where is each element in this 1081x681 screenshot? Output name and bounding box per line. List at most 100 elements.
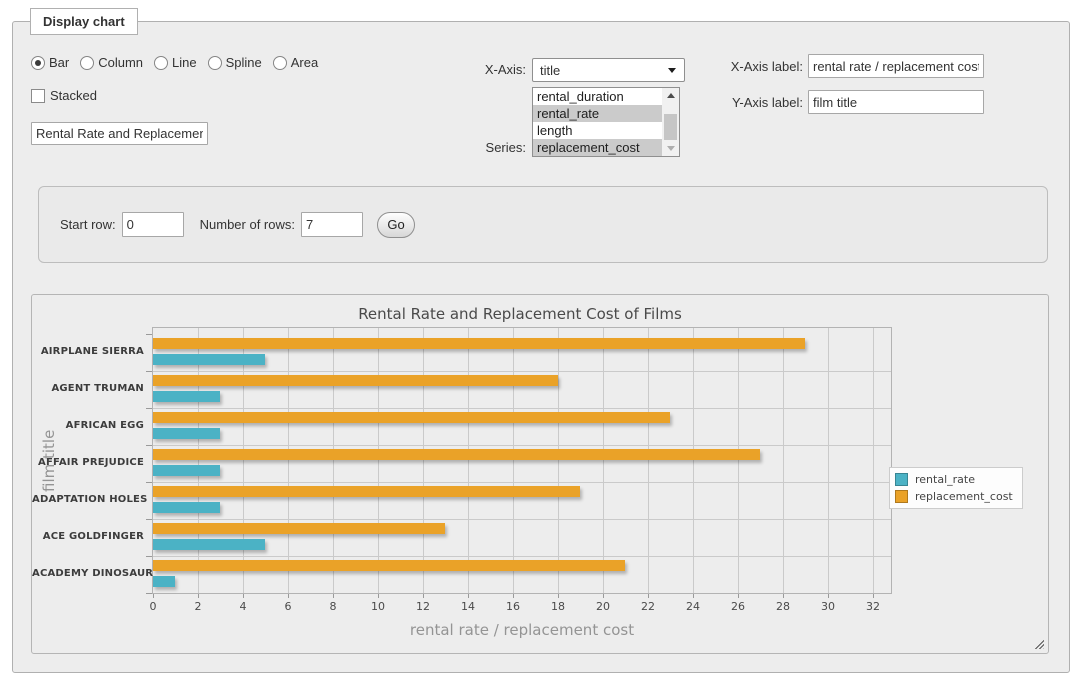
- x-axis-tick-label: 30: [810, 600, 846, 613]
- start-row-label: Start row:: [60, 217, 116, 232]
- radio-icon[interactable]: [31, 56, 45, 70]
- x-gridline: [468, 328, 469, 593]
- chart-type-option-line[interactable]: Line: [154, 55, 197, 70]
- number-of-rows-input[interactable]: [301, 212, 363, 237]
- fieldset-legend: Display chart: [30, 8, 138, 35]
- chart-type-label: Line: [172, 55, 197, 70]
- x-axis-title: rental rate / replacement cost: [152, 621, 892, 639]
- x-axis-tick: [873, 594, 874, 598]
- chart-type-option-bar[interactable]: Bar: [31, 55, 69, 70]
- y-axis-category-label: AIRPLANE SIERRA: [32, 346, 144, 358]
- chart-panel: Rental Rate and Replacement Cost of Film…: [31, 294, 1049, 654]
- x-gridline: [603, 328, 604, 593]
- y-axis-label-field-label: Y-Axis label:: [713, 95, 803, 110]
- bar-replacement-cost-adaptation-holes: [153, 486, 580, 497]
- y-gridline: [153, 556, 891, 557]
- x-axis-tick: [828, 594, 829, 598]
- bar-rental-rate-airplane-sierra: [153, 354, 265, 365]
- x-axis-tick: [693, 594, 694, 598]
- chart-legend: rental_rate replacement_cost: [889, 467, 1023, 509]
- x-axis-tick: [288, 594, 289, 598]
- y-gridline: [153, 445, 891, 446]
- x-axis-tick-label: 4: [225, 600, 261, 613]
- bar-replacement-cost-agent-truman: [153, 375, 558, 386]
- radio-icon[interactable]: [208, 56, 222, 70]
- chart-type-label: Spline: [226, 55, 262, 70]
- legend-label: rental_rate: [915, 473, 975, 486]
- x-axis-tick-label: 0: [135, 600, 171, 613]
- x-axis-tick-label: 20: [585, 600, 621, 613]
- x-axis-tick-label: 22: [630, 600, 666, 613]
- x-axis-label-input[interactable]: [808, 54, 984, 78]
- y-axis-tick: [146, 408, 152, 409]
- series-option-rental-rate[interactable]: rental_rate: [533, 105, 662, 122]
- legend-label: replacement_cost: [915, 490, 1013, 503]
- x-axis-field-label: X-Axis:: [433, 62, 526, 77]
- resize-handle[interactable]: [1033, 638, 1044, 649]
- stacked-checkbox[interactable]: [31, 89, 45, 103]
- series-listbox[interactable]: rental_durationrental_ratelengthreplacem…: [532, 87, 680, 157]
- display-chart-fieldset: Display chart BarColumnLineSplineArea St…: [12, 21, 1070, 673]
- radio-icon[interactable]: [273, 56, 287, 70]
- x-axis-tick: [243, 594, 244, 598]
- bar-rental-rate-ace-goldfinger: [153, 539, 265, 550]
- bar-replacement-cost-airplane-sierra: [153, 338, 805, 349]
- legend-entry-replacement-cost: replacement_cost: [895, 490, 1013, 503]
- legend-swatch-replacement-cost: [895, 490, 908, 503]
- chart-type-option-area[interactable]: Area: [273, 55, 318, 70]
- x-axis-tick: [333, 594, 334, 598]
- x-gridline: [558, 328, 559, 593]
- x-gridline: [243, 328, 244, 593]
- x-axis-select[interactable]: title: [532, 58, 685, 82]
- radio-icon[interactable]: [80, 56, 94, 70]
- chart-type-label: Column: [98, 55, 143, 70]
- stacked-option[interactable]: Stacked: [31, 88, 97, 103]
- series-option-length[interactable]: length: [533, 122, 662, 139]
- y-axis-category-label: AGENT TRUMAN: [32, 383, 144, 395]
- y-axis-category-label: AFFAIR PREJUDICE: [32, 457, 144, 469]
- y-axis-tick: [146, 445, 152, 446]
- x-gridline: [513, 328, 514, 593]
- bar-replacement-cost-ace-goldfinger: [153, 523, 445, 534]
- bar-rental-rate-academy-dinosaur: [153, 576, 175, 587]
- x-axis-tick-label: 6: [270, 600, 306, 613]
- chart-type-option-column[interactable]: Column: [80, 55, 143, 70]
- series-scrollbar[interactable]: [662, 88, 679, 156]
- x-axis-tick-label: 18: [540, 600, 576, 613]
- y-gridline: [153, 408, 891, 409]
- x-axis-tick: [423, 594, 424, 598]
- scrollbar-thumb[interactable]: [664, 114, 677, 140]
- chart-type-label: Area: [291, 55, 318, 70]
- y-gridline: [153, 519, 891, 520]
- scroll-up-button[interactable]: [662, 88, 679, 103]
- go-button[interactable]: Go: [377, 212, 415, 238]
- x-axis-label-field-label: X-Axis label:: [713, 59, 803, 74]
- number-of-rows-label: Number of rows:: [200, 217, 295, 232]
- chart-type-label: Bar: [49, 55, 69, 70]
- y-axis-tick: [146, 593, 152, 594]
- bar-rental-rate-agent-truman: [153, 391, 220, 402]
- legend-swatch-rental-rate: [895, 473, 908, 486]
- x-axis-tick: [558, 594, 559, 598]
- y-axis-tick: [146, 371, 152, 372]
- bar-replacement-cost-academy-dinosaur: [153, 560, 625, 571]
- row-range-panel: Start row: Number of rows: Go: [38, 186, 1048, 263]
- scroll-down-button[interactable]: [662, 141, 679, 156]
- start-row-input[interactable]: [122, 212, 184, 237]
- series-option-rental-duration[interactable]: rental_duration: [533, 88, 662, 105]
- y-axis-tick: [146, 556, 152, 557]
- y-axis-category-label: ACADEMY DINOSAUR: [32, 568, 144, 580]
- x-axis-tick: [378, 594, 379, 598]
- x-gridline: [288, 328, 289, 593]
- x-axis-tick-label: 28: [765, 600, 801, 613]
- stacked-label: Stacked: [50, 88, 97, 103]
- y-axis-category-label: AFRICAN EGG: [32, 420, 144, 432]
- x-gridline: [198, 328, 199, 593]
- y-axis-label-input[interactable]: [808, 90, 984, 114]
- chevron-down-icon: [668, 68, 676, 73]
- chart-title-input[interactable]: [31, 122, 208, 145]
- x-gridline: [423, 328, 424, 593]
- radio-icon[interactable]: [154, 56, 168, 70]
- series-option-replacement-cost[interactable]: replacement_cost: [533, 139, 662, 156]
- chart-type-option-spline[interactable]: Spline: [208, 55, 262, 70]
